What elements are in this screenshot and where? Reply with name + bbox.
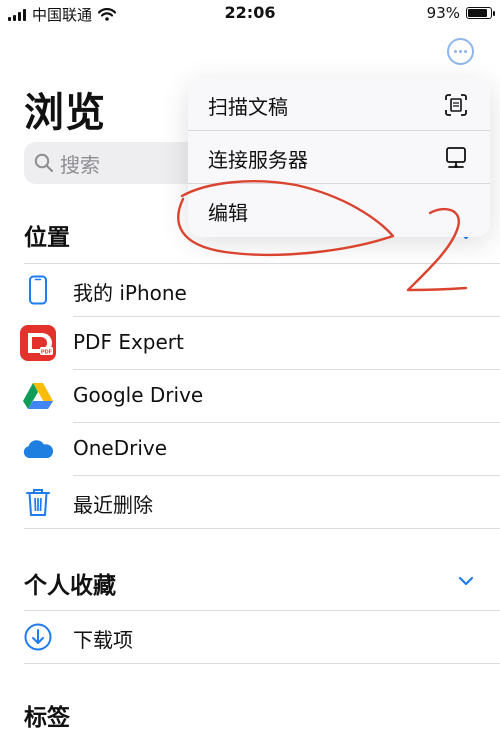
menu-item-label: 扫描文稿	[208, 95, 288, 119]
trash-icon	[20, 484, 56, 520]
location-label: OneDrive	[73, 436, 168, 460]
location-item-google-drive[interactable]: Google Drive	[0, 370, 500, 422]
menu-item-scan-documents[interactable]: 扫描文稿	[188, 78, 490, 130]
more-dot	[459, 50, 462, 53]
menu-item-label: 连接服务器	[208, 148, 308, 172]
context-menu: 扫描文稿 连接服务器 编辑	[188, 78, 490, 237]
battery-level	[468, 9, 487, 17]
scan-icon	[445, 94, 467, 116]
server-display-icon	[446, 147, 466, 169]
search-placeholder: 搜索	[60, 152, 100, 177]
favorite-item-downloads[interactable]: 下载项	[0, 611, 500, 663]
menu-item-label: 编辑	[208, 201, 248, 225]
search-icon	[34, 153, 54, 173]
more-options-button[interactable]	[447, 38, 474, 65]
page-title: 浏览	[24, 90, 106, 136]
onedrive-icon	[20, 431, 56, 467]
status-bar: 中国联通 22:06 93%	[0, 0, 500, 26]
location-label: PDF Expert	[73, 330, 184, 354]
divider	[24, 663, 500, 664]
battery-icon	[466, 7, 495, 19]
location-label: 最近删除	[73, 493, 153, 517]
location-item-recently-deleted[interactable]: 最近删除	[0, 476, 500, 528]
tags-section-title: 标签	[24, 705, 70, 731]
iphone-icon	[20, 272, 56, 308]
menu-item-connect-server[interactable]: 连接服务器	[188, 131, 490, 183]
download-icon	[20, 619, 56, 655]
pdf-expert-icon: PDF	[20, 325, 56, 361]
location-item-onedrive[interactable]: OneDrive	[0, 423, 500, 475]
menu-item-edit[interactable]: 编辑	[188, 184, 490, 236]
chevron-down-icon[interactable]	[458, 576, 474, 586]
location-label: 我的 iPhone	[73, 281, 187, 305]
location-item-iphone[interactable]: 我的 iPhone	[0, 264, 500, 316]
battery-percentage: 93%	[426, 4, 460, 22]
favorite-label: 下载项	[73, 628, 133, 652]
location-item-pdf-expert[interactable]: PDF PDF Expert	[0, 317, 500, 369]
divider	[24, 528, 500, 529]
locations-section-title: 位置	[24, 225, 70, 251]
more-dot	[454, 50, 457, 53]
favorites-section-title: 个人收藏	[24, 573, 116, 599]
svg-text:PDF: PDF	[41, 350, 53, 356]
location-label: Google Drive	[73, 383, 204, 407]
google-drive-icon	[20, 378, 56, 414]
clock: 22:06	[224, 3, 276, 22]
more-dot	[464, 50, 467, 53]
